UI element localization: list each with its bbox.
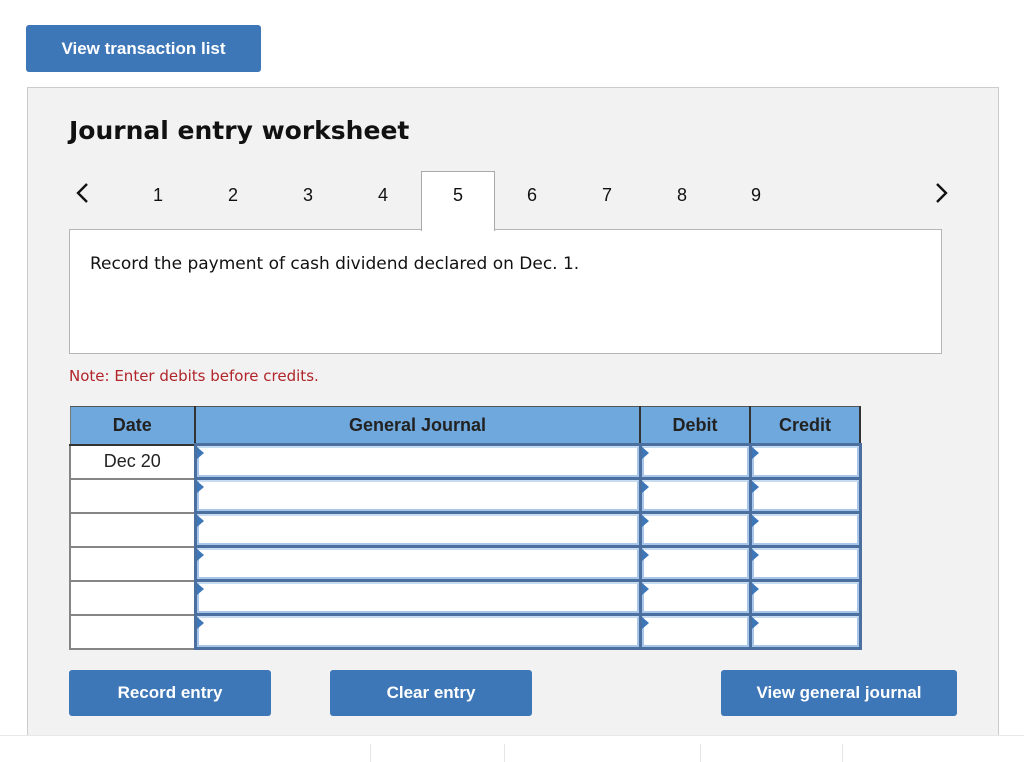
debit-input[interactable]	[641, 446, 749, 477]
tab-1[interactable]: 1	[121, 171, 195, 231]
credit-cell	[748, 443, 862, 480]
credit-header: Credit	[749, 406, 861, 446]
journal-row	[69, 477, 862, 514]
credit-cell	[748, 545, 862, 582]
clear-entry-button[interactable]: Clear entry	[330, 670, 532, 716]
account-cell	[193, 613, 642, 650]
journal-row	[69, 579, 862, 616]
debit-input[interactable]	[641, 616, 749, 647]
credit-input[interactable]	[751, 446, 859, 477]
date-cell	[69, 511, 196, 548]
tab-7[interactable]: 7	[570, 171, 644, 231]
tab-4[interactable]: 4	[346, 171, 420, 231]
question-box: Record the payment of cash dividend decl…	[69, 229, 942, 354]
date-cell	[69, 477, 196, 514]
chevron-right-icon[interactable]	[930, 178, 954, 208]
debit-cell	[638, 579, 752, 616]
journal-header-row: Date General Journal Debit Credit	[69, 406, 861, 446]
footer-divider	[842, 744, 843, 762]
journal-row	[69, 545, 862, 582]
tab-6[interactable]: 6	[495, 171, 569, 231]
record-entry-button[interactable]: Record entry	[69, 670, 271, 716]
journal-row: Dec 20	[69, 443, 862, 480]
account-cell	[193, 443, 642, 480]
footer-bar	[0, 735, 1024, 762]
note-text: Note: Enter debits before credits.	[69, 367, 319, 385]
footer-divider	[370, 744, 371, 762]
date-cell	[69, 579, 196, 616]
footer-divider	[700, 744, 701, 762]
tab-8[interactable]: 8	[645, 171, 719, 231]
view-transaction-list-button[interactable]: View transaction list	[26, 25, 261, 72]
account-input[interactable]	[196, 514, 639, 545]
account-cell	[193, 579, 642, 616]
credit-cell	[748, 477, 862, 514]
account-cell	[193, 511, 642, 548]
date-header: Date	[69, 406, 196, 446]
account-input[interactable]	[196, 480, 639, 511]
view-general-journal-button[interactable]: View general journal	[721, 670, 957, 716]
date-cell: Dec 20	[69, 443, 196, 480]
account-input[interactable]	[196, 446, 639, 477]
journal-table: Date General Journal Debit Credit Dec 20	[69, 406, 862, 650]
date-cell	[69, 545, 196, 582]
credit-cell	[748, 511, 862, 548]
debit-cell	[638, 443, 752, 480]
debit-input[interactable]	[641, 582, 749, 613]
tab-5[interactable]: 5	[421, 171, 495, 231]
tab-2[interactable]: 2	[196, 171, 270, 231]
account-input[interactable]	[196, 616, 639, 647]
journal-row	[69, 613, 862, 650]
date-cell	[69, 613, 196, 650]
account-cell	[193, 545, 642, 582]
account-cell	[193, 477, 642, 514]
general-journal-header: General Journal	[194, 406, 641, 446]
worksheet-title: Journal entry worksheet	[69, 116, 410, 145]
debit-cell	[638, 477, 752, 514]
tab-9[interactable]: 9	[719, 171, 793, 231]
credit-input[interactable]	[751, 514, 859, 545]
debit-input[interactable]	[641, 514, 749, 545]
debit-cell	[638, 613, 752, 650]
credit-input[interactable]	[751, 548, 859, 579]
question-text: Record the payment of cash dividend decl…	[90, 254, 580, 274]
debit-cell	[638, 545, 752, 582]
debit-input[interactable]	[641, 548, 749, 579]
credit-input[interactable]	[751, 616, 859, 647]
journal-row	[69, 511, 862, 548]
chevron-left-icon[interactable]	[70, 178, 94, 208]
credit-cell	[748, 613, 862, 650]
tab-3[interactable]: 3	[271, 171, 345, 231]
account-input[interactable]	[196, 582, 639, 613]
credit-cell	[748, 579, 862, 616]
debit-input[interactable]	[641, 480, 749, 511]
credit-input[interactable]	[751, 480, 859, 511]
credit-input[interactable]	[751, 582, 859, 613]
debit-cell	[638, 511, 752, 548]
footer-divider	[504, 744, 505, 762]
debit-header: Debit	[639, 406, 751, 446]
account-input[interactable]	[196, 548, 639, 579]
